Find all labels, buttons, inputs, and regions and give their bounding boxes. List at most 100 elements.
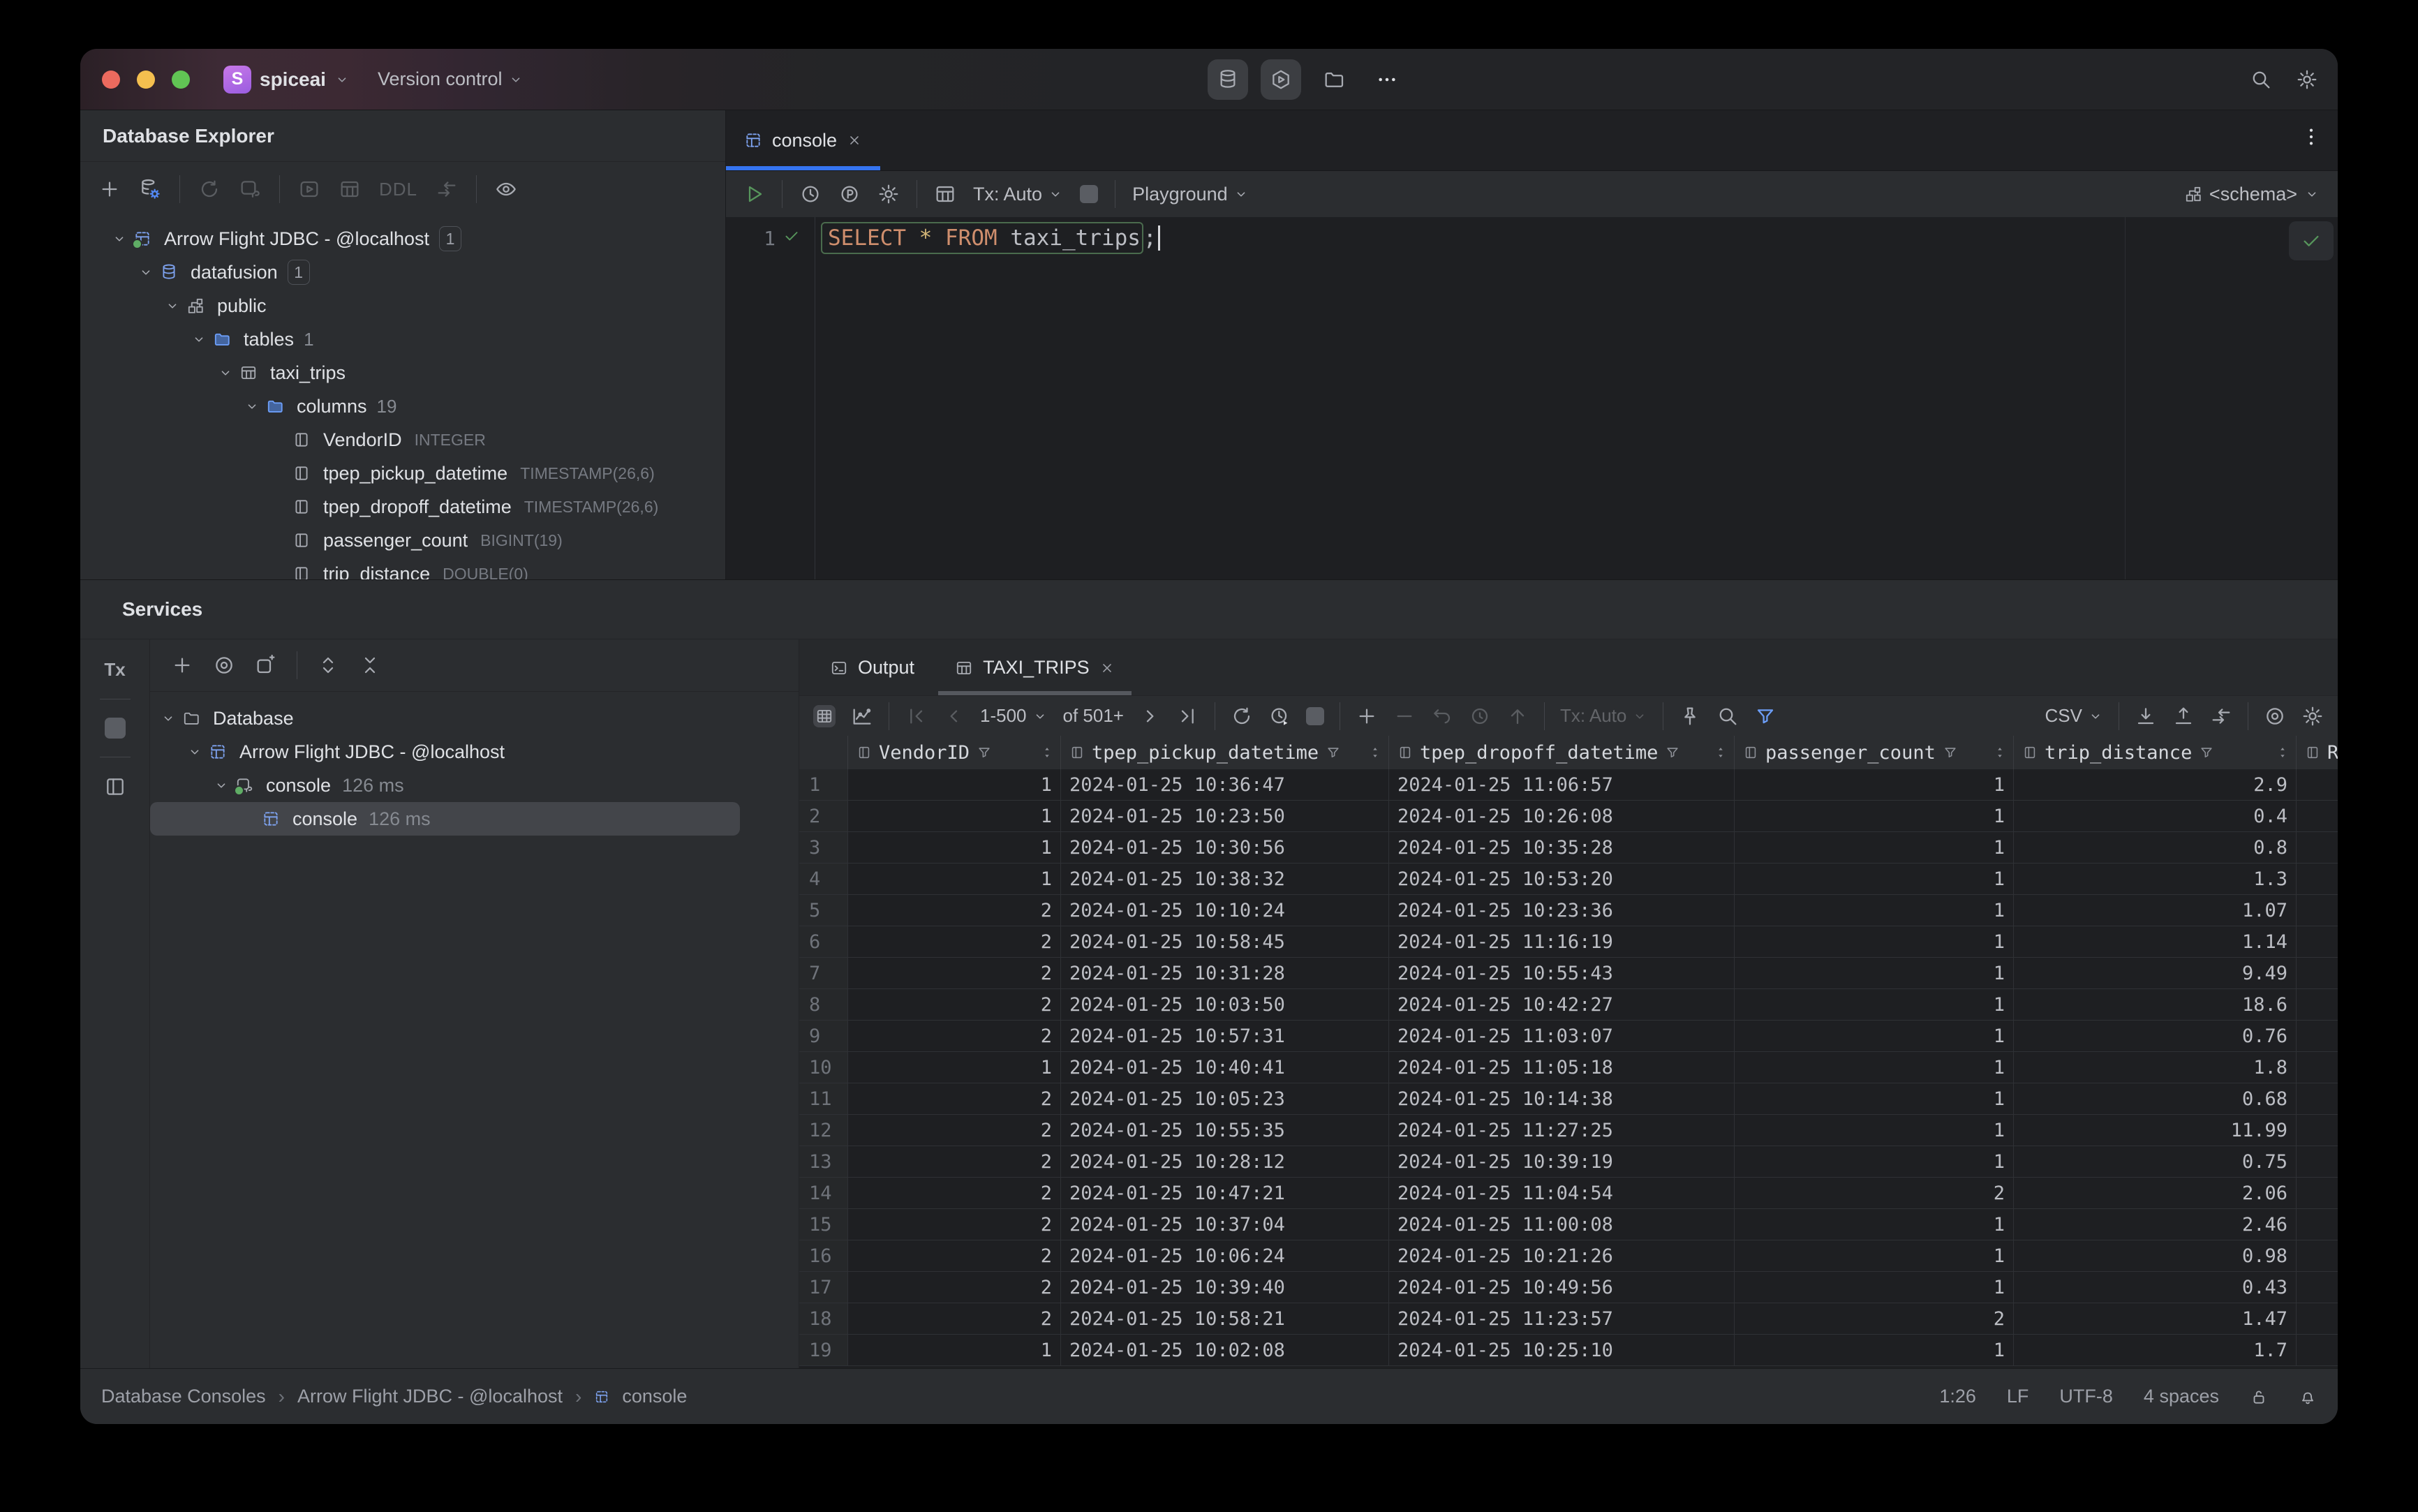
cell-dropoff-datetime[interactable]: 2024-01-25 10:26:08 — [1389, 801, 1735, 831]
sort-icon[interactable] — [1367, 745, 1383, 760]
cell-rate[interactable] — [2297, 958, 2338, 988]
console-settings-gear-icon[interactable] — [877, 183, 900, 205]
cell-rate[interactable] — [2297, 1178, 2338, 1208]
add-row-icon[interactable] — [1356, 705, 1378, 727]
stop-query-button[interactable] — [1305, 706, 1324, 725]
cell-passenger-count[interactable]: 1 — [1735, 769, 2014, 800]
chevron-down-icon[interactable] — [187, 744, 202, 759]
table-row[interactable]: 8 2 2024-01-25 10:03:50 2024-01-25 10:42… — [799, 989, 2338, 1021]
breadcrumb-database-consoles[interactable]: Database Consoles — [101, 1386, 266, 1407]
cell-pickup-datetime[interactable]: 2024-01-25 10:03:50 — [1061, 989, 1389, 1020]
cell-trip-distance[interactable]: 2.9 — [2014, 769, 2297, 800]
close-icon[interactable] — [847, 133, 862, 148]
cell-trip-distance[interactable]: 1.47 — [2014, 1303, 2297, 1334]
cell-vendorid[interactable]: 2 — [848, 958, 1061, 988]
grid-view-icon[interactable] — [813, 704, 836, 727]
cell-rate[interactable] — [2297, 1209, 2338, 1240]
tx-mode-dropdown[interactable]: Tx: Auto — [973, 184, 1063, 205]
grid-view-options-icon[interactable] — [2264, 705, 2286, 727]
schema-selector[interactable]: <schema> — [2184, 184, 2320, 205]
project-files-button[interactable] — [1314, 59, 1354, 100]
expand-all-icon[interactable] — [317, 654, 339, 676]
tree-item-column[interactable]: VendorID INTEGER — [80, 423, 725, 457]
cell-passenger-count[interactable]: 1 — [1735, 1146, 2014, 1177]
breadcrumb-console[interactable]: console — [622, 1386, 687, 1407]
cell-trip-distance[interactable]: 0.4 — [2014, 801, 2297, 831]
chevron-down-icon[interactable] — [214, 778, 229, 793]
view-options-eye-icon[interactable] — [495, 178, 517, 200]
cell-passenger-count[interactable]: 1 — [1735, 1240, 2014, 1271]
cell-pickup-datetime[interactable]: 2024-01-25 10:02:08 — [1061, 1335, 1389, 1365]
cell-rate[interactable] — [2297, 1272, 2338, 1303]
cell-rate[interactable] — [2297, 989, 2338, 1020]
cell-rate[interactable] — [2297, 926, 2338, 957]
cell-pickup-datetime[interactable]: 2024-01-25 10:36:47 — [1061, 769, 1389, 800]
cell-passenger-count[interactable]: 1 — [1735, 926, 2014, 957]
indent-indicator[interactable]: 4 spaces — [2144, 1386, 2219, 1407]
cell-pickup-datetime[interactable]: 2024-01-25 10:30:56 — [1061, 832, 1389, 863]
cell-pickup-datetime[interactable]: 2024-01-25 10:39:40 — [1061, 1272, 1389, 1303]
tree-item-datasource[interactable]: Arrow Flight JDBC - @localhost 1 — [80, 222, 725, 255]
cell-dropoff-datetime[interactable]: 2024-01-25 10:49:56 — [1389, 1272, 1735, 1303]
cell-rate[interactable] — [2297, 1083, 2338, 1114]
table-row[interactable]: 1 1 2024-01-25 10:36:47 2024-01-25 11:06… — [799, 769, 2338, 801]
cell-dropoff-datetime[interactable]: 2024-01-25 11:03:07 — [1389, 1021, 1735, 1051]
table-row[interactable]: 12 2 2024-01-25 10:55:35 2024-01-25 11:2… — [799, 1115, 2338, 1146]
cell-trip-distance[interactable]: 1.3 — [2014, 864, 2297, 894]
row-number-cell[interactable]: 8 — [799, 989, 848, 1020]
cell-rate[interactable] — [2297, 1240, 2338, 1271]
tab-output[interactable]: Output — [813, 640, 931, 695]
cell-vendorid[interactable]: 2 — [848, 1303, 1061, 1334]
header-dropoff-datetime[interactable]: tpep_dropoff_datetime — [1389, 736, 1735, 769]
cell-dropoff-datetime[interactable]: 2024-01-25 10:53:20 — [1389, 864, 1735, 894]
row-number-cell[interactable]: 10 — [799, 1052, 848, 1083]
disconnect-icon[interactable] — [239, 178, 261, 200]
cell-vendorid[interactable]: 2 — [848, 989, 1061, 1020]
project-name[interactable]: spiceai — [260, 68, 326, 91]
row-number-cell[interactable]: 3 — [799, 832, 848, 863]
cell-passenger-count[interactable]: 1 — [1735, 1052, 2014, 1083]
table-row[interactable]: 6 2 2024-01-25 10:58:45 2024-01-25 11:16… — [799, 926, 2338, 958]
corner-cell[interactable] — [799, 736, 848, 769]
submit-arrow-icon[interactable] — [1506, 705, 1529, 727]
cell-vendorid[interactable]: 2 — [848, 1115, 1061, 1146]
tree-item-column[interactable]: trip_distance DOUBLE(0) — [80, 557, 725, 579]
cell-passenger-count[interactable]: 1 — [1735, 1021, 2014, 1051]
sort-icon[interactable] — [1713, 745, 1728, 760]
cell-trip-distance[interactable]: 9.49 — [2014, 958, 2297, 988]
table-row[interactable]: 13 2 2024-01-25 10:28:12 2024-01-25 10:3… — [799, 1146, 2338, 1178]
cell-vendorid[interactable]: 1 — [848, 769, 1061, 800]
ddl-button[interactable]: DDL — [379, 179, 417, 200]
more-actions-button[interactable] — [1367, 59, 1407, 100]
sql-editor[interactable]: 1 SELECT * FROM taxi_trips; — [726, 217, 2338, 579]
row-number-cell[interactable]: 5 — [799, 895, 848, 926]
close-window-button[interactable] — [102, 70, 120, 89]
sql-line[interactable]: SELECT * FROM taxi_trips; — [815, 217, 1160, 579]
cell-pickup-datetime[interactable]: 2024-01-25 10:37:04 — [1061, 1209, 1389, 1240]
tab-taxi-trips[interactable]: TAXI_TRIPS — [938, 640, 1132, 695]
version-control-menu[interactable]: Version control — [378, 68, 524, 90]
row-number-cell[interactable]: 6 — [799, 926, 848, 957]
cell-dropoff-datetime[interactable]: 2024-01-25 10:21:26 — [1389, 1240, 1735, 1271]
cell-passenger-count[interactable]: 1 — [1735, 958, 2014, 988]
tree-item-table[interactable]: taxi_trips — [80, 356, 725, 390]
import-download-icon[interactable] — [2135, 705, 2157, 727]
undo-icon[interactable] — [1431, 705, 1453, 727]
cell-trip-distance[interactable]: 0.76 — [2014, 1021, 2297, 1051]
row-number-cell[interactable]: 11 — [799, 1083, 848, 1114]
filter-funnel-icon[interactable] — [2199, 745, 2214, 760]
export-format-dropdown[interactable]: CSV — [2045, 705, 2103, 727]
jump-to-console-icon[interactable] — [298, 178, 320, 200]
close-icon[interactable] — [1099, 660, 1115, 676]
reload-page-icon[interactable] — [1231, 705, 1253, 727]
grid-settings-gear-icon[interactable] — [2301, 705, 2324, 727]
cell-pickup-datetime[interactable]: 2024-01-25 10:47:21 — [1061, 1178, 1389, 1208]
layout-panel-icon[interactable] — [104, 776, 126, 798]
cell-passenger-count[interactable]: 1 — [1735, 801, 2014, 831]
cell-vendorid[interactable]: 1 — [848, 832, 1061, 863]
cell-vendorid[interactable]: 2 — [848, 926, 1061, 957]
chart-view-icon[interactable] — [851, 705, 873, 727]
caret-position[interactable]: 1:26 — [1939, 1386, 1976, 1407]
line-ending-indicator[interactable]: LF — [2007, 1386, 2029, 1407]
auto-refresh-clock-icon[interactable] — [1268, 705, 1291, 727]
